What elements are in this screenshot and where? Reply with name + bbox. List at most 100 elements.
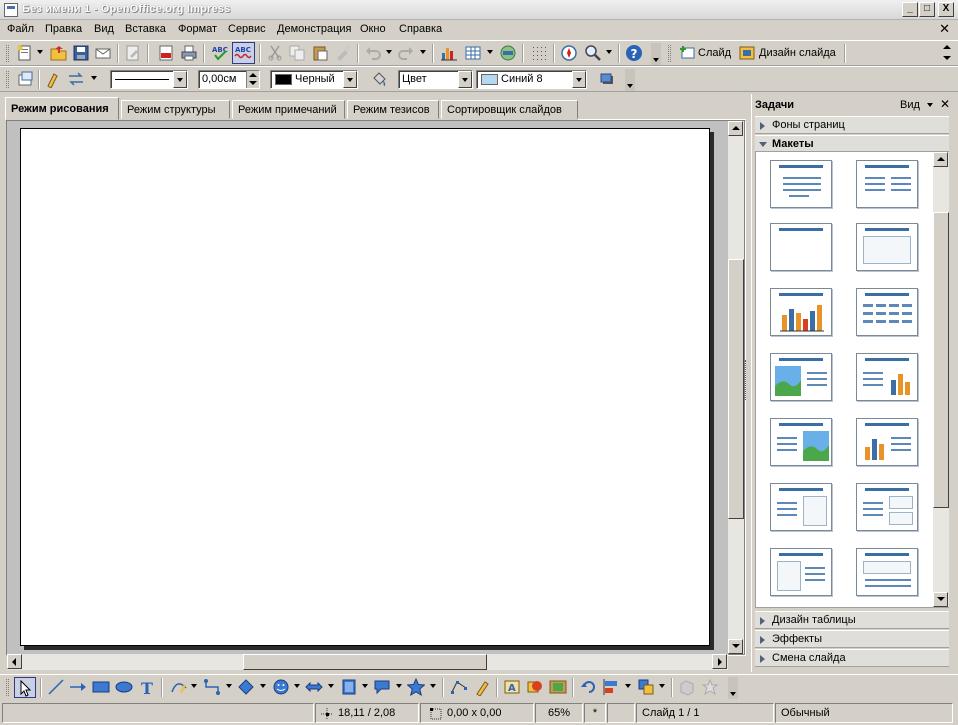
- menu-edit[interactable]: Правка: [45, 23, 82, 35]
- toolbar-overflow-button[interactable]: [625, 69, 635, 91]
- new-document-icon[interactable]: [16, 44, 34, 62]
- layout-title-chart[interactable]: [770, 288, 832, 336]
- layout-text-object[interactable]: [770, 483, 832, 531]
- menu-view[interactable]: Вид: [94, 23, 114, 35]
- toolbar-grip[interactable]: [6, 71, 9, 88]
- redo-dropdown-icon[interactable]: [420, 50, 426, 54]
- select-tool-button[interactable]: [14, 677, 36, 698]
- area-fill-dropdown-button[interactable]: [572, 71, 586, 88]
- layout-title-two-content[interactable]: [856, 160, 918, 208]
- insert-object-icon[interactable]: [499, 44, 517, 62]
- line-arrow-tool-icon[interactable]: [69, 678, 87, 696]
- tab-slide-sorter[interactable]: Сортировщик слайдов: [441, 100, 578, 119]
- connector-dropdown-icon[interactable]: [226, 684, 232, 688]
- layout-text-two-objects[interactable]: [856, 483, 918, 531]
- menu-help[interactable]: Справка: [399, 23, 442, 35]
- layout-object-text[interactable]: [770, 548, 832, 596]
- close-window-button[interactable]: X: [938, 2, 954, 17]
- callouts-dropdown-icon[interactable]: [396, 684, 402, 688]
- toolbar-grip[interactable]: [6, 45, 9, 62]
- connector-tool-icon[interactable]: [203, 678, 221, 696]
- curve-tool-icon[interactable]: [170, 678, 188, 696]
- effects-icon[interactable]: [701, 678, 719, 696]
- toolbar-grip[interactable]: [6, 679, 9, 696]
- area-style-select[interactable]: Цвет: [398, 70, 473, 89]
- symbol-shapes-icon[interactable]: [272, 678, 290, 696]
- text-tool-icon[interactable]: T: [138, 678, 156, 696]
- extrusion-icon[interactable]: [678, 678, 696, 696]
- layout-text-chart[interactable]: [856, 353, 918, 401]
- layout-title-centered[interactable]: [856, 223, 918, 271]
- area-fill-icon[interactable]: [370, 70, 388, 88]
- insert-chart-icon[interactable]: [440, 44, 458, 62]
- arrange-dropdown-icon[interactable]: [659, 684, 665, 688]
- toolbar-overflow-button[interactable]: [651, 43, 661, 65]
- redo-icon[interactable]: [397, 44, 415, 62]
- slide-design-icon[interactable]: [738, 44, 756, 62]
- navigator-icon[interactable]: [560, 44, 578, 62]
- from-file-icon[interactable]: [526, 678, 544, 696]
- status-zoom[interactable]: 65%: [535, 703, 583, 723]
- save-icon[interactable]: [72, 44, 90, 62]
- menu-tools[interactable]: Сервис: [228, 23, 266, 35]
- scroll-left-button[interactable]: [7, 654, 22, 669]
- minimize-button[interactable]: _: [902, 2, 918, 17]
- status-signature[interactable]: [607, 703, 635, 723]
- tab-handout-view[interactable]: Режим тезисов: [347, 100, 439, 119]
- layouts-scrollbar[interactable]: [933, 152, 949, 607]
- toolbar-overflow-button[interactable]: [728, 677, 738, 699]
- slide-design-button-label[interactable]: Дизайн слайда: [759, 47, 836, 59]
- export-pdf-icon[interactable]: [157, 44, 175, 62]
- task-pane-view-menu[interactable]: Вид: [900, 99, 920, 111]
- horizontal-scroll-thumb[interactable]: [243, 654, 487, 670]
- glue-points-icon[interactable]: [473, 678, 491, 696]
- insert-table-icon[interactable]: [464, 44, 482, 62]
- line-style-select[interactable]: [110, 70, 188, 89]
- line-width-field[interactable]: 0,00см: [198, 70, 260, 89]
- scroll-down-button[interactable]: [728, 639, 743, 654]
- layout-object-over-text[interactable]: [856, 548, 918, 596]
- undo-icon[interactable]: [364, 44, 382, 62]
- flowchart-dropdown-icon[interactable]: [362, 684, 368, 688]
- arrange-icon[interactable]: [637, 678, 655, 696]
- stars-icon[interactable]: [407, 678, 425, 696]
- help-icon[interactable]: ?: [625, 44, 643, 62]
- tab-drawing-view[interactable]: Режим рисования: [5, 97, 119, 120]
- paste-icon[interactable]: [311, 44, 329, 62]
- print-icon[interactable]: [180, 44, 198, 62]
- view-menu-dropdown-icon[interactable]: [927, 103, 933, 107]
- email-icon[interactable]: [94, 44, 112, 62]
- curve-dropdown-icon[interactable]: [191, 684, 197, 688]
- edit-file-icon[interactable]: [124, 44, 142, 62]
- line-color-select[interactable]: Черный: [270, 70, 358, 89]
- panel-master-pages[interactable]: Фоны страниц: [755, 116, 949, 134]
- line-color-dropdown-button[interactable]: [343, 71, 357, 88]
- alignment-icon[interactable]: [603, 678, 621, 696]
- toolbar-scroll[interactable]: [941, 43, 953, 65]
- arrow-style-dropdown-icon[interactable]: [91, 76, 97, 80]
- grid-icon[interactable]: [530, 44, 548, 62]
- maximize-button[interactable]: □: [919, 2, 935, 17]
- task-pane-close-button[interactable]: ✕: [940, 97, 950, 111]
- new-dropdown-icon[interactable]: [37, 50, 43, 54]
- cut-icon[interactable]: [266, 44, 284, 62]
- stars-dropdown-icon[interactable]: [430, 684, 436, 688]
- block-arrows-icon[interactable]: [305, 678, 323, 696]
- alignment-dropdown-icon[interactable]: [625, 684, 631, 688]
- panel-slide-transition[interactable]: Смена слайда: [755, 649, 949, 667]
- layout-title-content[interactable]: [770, 160, 832, 208]
- undo-dropdown-icon[interactable]: [386, 50, 392, 54]
- layouts-scroll-down-button[interactable]: [933, 592, 948, 607]
- app-icon[interactable]: [4, 3, 18, 17]
- copy-icon[interactable]: [288, 44, 306, 62]
- toolbar-grip[interactable]: [668, 45, 671, 62]
- vertical-scrollbar[interactable]: [728, 121, 744, 654]
- open-folder-icon[interactable]: [50, 44, 68, 62]
- horizontal-scrollbar[interactable]: [7, 654, 728, 670]
- scroll-up-button[interactable]: [728, 121, 743, 136]
- shadow-icon[interactable]: [598, 70, 616, 88]
- slide-canvas[interactable]: [20, 128, 710, 646]
- clone-formatting-icon[interactable]: [334, 44, 352, 62]
- menu-format[interactable]: Формат: [178, 23, 217, 35]
- callouts-icon[interactable]: [373, 678, 391, 696]
